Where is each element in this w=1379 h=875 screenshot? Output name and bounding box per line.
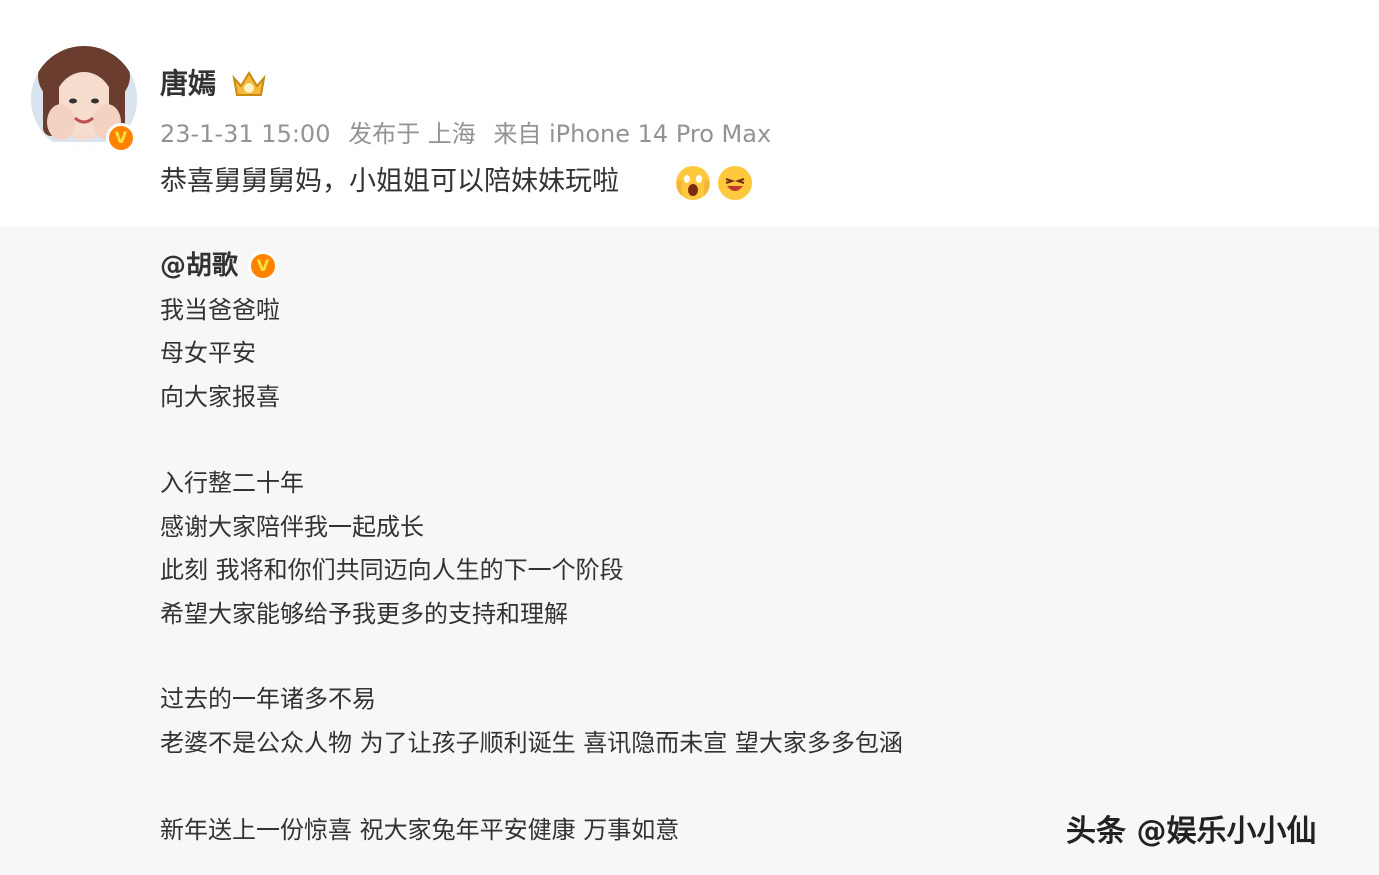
laugh-emoji-icon [718,166,752,200]
mention-link[interactable]: @胡歌 [160,246,238,286]
post-date[interactable]: 23-1-31 15:00 [160,120,330,148]
post-source: 来自 iPhone 14 Pro Max [493,120,772,148]
repost-line: 感谢大家陪伴我一起成长 [160,513,424,541]
username[interactable]: 唐嫣 [160,64,216,104]
repost-line: 我当爸爸啦 [160,296,280,324]
repost-line: 入行整二十年 [160,469,304,497]
watermark: 头条 @娱乐小小仙 [1066,814,1317,849]
post-location: 发布于 上海 [348,120,476,148]
repost-line: 老婆不是公众人物 为了让孩子顺利诞生 喜讯隐而未宣 望大家多多包涵 [160,729,903,757]
repost-line: 向大家报喜 [160,383,280,411]
repost-line: 母女平安 [160,339,256,367]
verified-badge-icon: V [106,123,136,153]
shock-emoji-icon [676,166,710,200]
repost-line: 新年送上一份惊喜 祝大家兔年平安健康 万事如意 [160,816,680,844]
repost-line: 此刻 我将和你们共同迈向人生的下一个阶段 [160,556,624,584]
repost-line: 过去的一年诸多不易 [160,685,376,713]
weibo-post-card: V 唐嫣 23-1-31 15:00 发布于 上海 来自 iPhone 14 P… [0,0,1379,875]
post-meta: 23-1-31 15:00 发布于 上海 来自 iPhone 14 Pro Ma… [160,116,781,152]
crown-icon[interactable] [230,68,268,100]
verified-badge-icon: V [248,251,278,281]
post-text: 恭喜舅舅舅妈，小姐姐可以陪妹妹玩啦 [160,166,619,197]
repost-line: 希望大家能够给予我更多的支持和理解 [160,600,568,628]
